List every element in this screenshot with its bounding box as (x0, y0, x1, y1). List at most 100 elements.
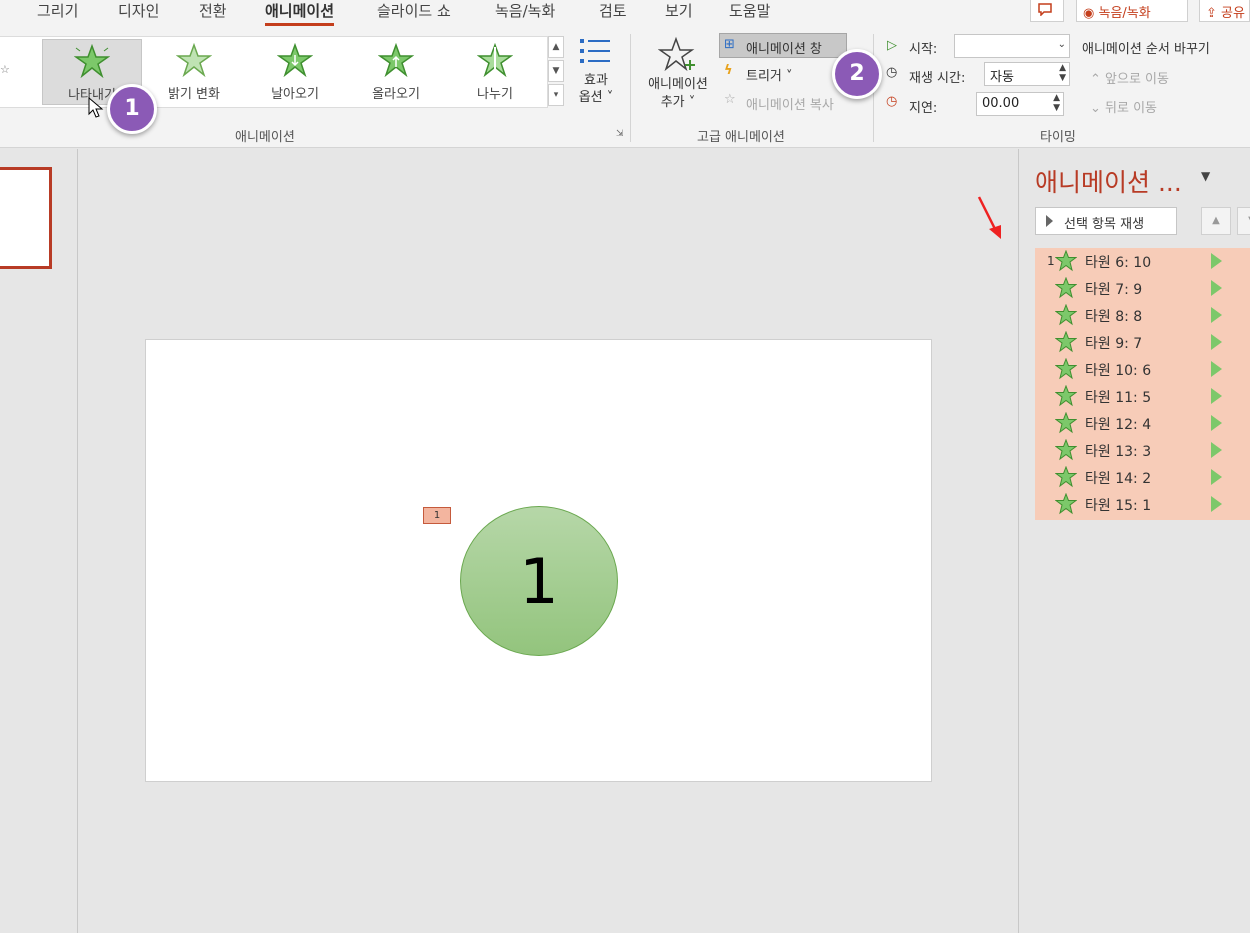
partial-gallery-item[interactable]: ☆ (0, 63, 10, 76)
gallery-item-fly-in[interactable]: 날아오기 (245, 39, 345, 105)
list-item-label: 타원 15: 1 (1085, 498, 1152, 514)
move-down-button[interactable]: ▼ (1237, 207, 1250, 235)
play-marker-icon (1211, 415, 1222, 431)
animation-painter-icon: ☆ (724, 92, 736, 107)
gallery-more[interactable]: ▾ (548, 84, 564, 106)
gallery-scroll-up[interactable]: ▲ (548, 36, 564, 58)
group-label-animation: 애니메이션 (235, 130, 295, 145)
tab-help[interactable]: 도움말 (729, 0, 770, 21)
tab-record[interactable]: 녹음/녹화 (495, 0, 555, 21)
animation-list-item[interactable]: 타원 10: 6 (1035, 356, 1250, 383)
animation-list-item[interactable]: 타원 9: 7 (1035, 329, 1250, 356)
start-play-icon: ▷ (887, 38, 897, 53)
play-icon (1046, 215, 1053, 227)
tab-view[interactable]: 보기 (665, 0, 693, 21)
animation-order-tag[interactable]: 1 (423, 507, 451, 524)
spinner-icon[interactable]: ▲ ▼ (1053, 93, 1060, 113)
list-item-label: 타원 11: 5 (1085, 390, 1152, 406)
move-up-button[interactable]: ▲ (1201, 207, 1231, 235)
animation-painter-label: 애니메이션 복사 (746, 98, 834, 113)
ellipse-shape[interactable]: 1 (460, 506, 618, 656)
animation-list-item[interactable]: 타원 8: 8 (1035, 302, 1250, 329)
appear-effect-icon (1055, 412, 1077, 434)
animation-pane-title: 애니메이션 ... (1035, 168, 1182, 197)
gallery-item-float-in[interactable]: 올라오기 (346, 39, 446, 105)
appear-star-icon (73, 42, 111, 79)
comments-button[interactable] (1030, 0, 1064, 22)
red-arrow-icon (977, 196, 1001, 239)
dialog-launcher-icon[interactable]: ⇲ (616, 129, 624, 139)
gallery-scroll-down[interactable]: ▼ (548, 60, 564, 82)
move-earlier-button[interactable]: ⌃ 앞으로 이동 (1090, 68, 1169, 87)
slide-canvas[interactable]: 1 1 (145, 339, 932, 782)
animation-list-item[interactable]: 타원 13: 3 (1035, 437, 1250, 464)
tab-transitions[interactable]: 전환 (199, 0, 227, 21)
animation-pane-button[interactable]: ⊞ 애니메이션 창 (719, 33, 847, 58)
pane-options-icon[interactable]: ▼ (1201, 169, 1210, 183)
trigger-lightning-icon: ϟ (724, 63, 733, 78)
appear-effect-icon (1055, 250, 1077, 272)
effect-options-label-2: 옵션 ˅ (578, 90, 614, 105)
delay-clock-icon: ◷ (886, 94, 898, 109)
step-badge-1: 1 (107, 84, 157, 134)
move-later-button[interactable]: ⌄ 뒤로 이동 (1090, 97, 1157, 116)
share-button[interactable]: ⇪ 공유 (1199, 0, 1250, 22)
mouse-cursor-icon (88, 97, 104, 118)
appear-effect-icon (1055, 466, 1077, 488)
gallery-item-label: 나누기 (477, 87, 513, 102)
tab-review[interactable]: 검토 (599, 0, 627, 21)
split-star-icon (476, 42, 514, 78)
add-animation-label-1: 애니메이션 (648, 77, 708, 92)
share-label: 공유 (1221, 6, 1245, 21)
ribbon-tab-bar: 그리기 디자인 전환 애니메이션 슬라이드 쇼 녹음/녹화 검토 보기 도움말 … (0, 0, 1250, 28)
animation-pane-label: 애니메이션 창 (746, 42, 822, 57)
reorder-label: 애니메이션 순서 바꾸기 (1082, 42, 1210, 57)
share-icon: ⇪ (1206, 6, 1217, 21)
effect-options-button[interactable]: 효과 옵션 ˅ (572, 36, 620, 116)
animation-pane: 애니메이션 ... ▼ 선택 항목 재생 ▲ ▼ 1 타원 6: 10 타원 7… (977, 149, 1250, 933)
list-item-label: 타원 9: 7 (1085, 336, 1143, 352)
ribbon: ☆ 나타내기 밝기 변화 날아오기 올라오기 나누기 ▲ ▼ ▾ 효과 옵션 ˅… (0, 28, 1250, 148)
gallery-item-fade[interactable]: 밝기 변화 (144, 39, 244, 105)
animation-list-item[interactable]: 타원 14: 2 (1035, 464, 1250, 491)
duration-label: 재생 시간: (909, 71, 966, 86)
start-label: 시작: (909, 42, 938, 57)
tab-animations[interactable]: 애니메이션 (265, 0, 335, 26)
animation-list-item[interactable]: 타원 12: 4 (1035, 410, 1250, 437)
record-button[interactable]: ◉ 녹음/녹화 (1076, 0, 1188, 22)
tab-draw[interactable]: 그리기 (37, 0, 78, 21)
play-selected-button[interactable]: 선택 항목 재생 (1035, 207, 1177, 235)
start-dropdown[interactable]: ⌄ (954, 34, 1070, 58)
spinner-icon[interactable]: ▲ ▼ (1059, 63, 1066, 83)
appear-effect-icon (1055, 439, 1077, 461)
comment-icon (1038, 3, 1052, 17)
animation-list-item[interactable]: 타원 7: 9 (1035, 275, 1250, 302)
delay-input[interactable]: 00.00 ▲ ▼ (976, 92, 1064, 116)
list-item-label: 타원 13: 3 (1085, 444, 1152, 460)
record-label: 녹음/녹화 (1098, 6, 1151, 21)
gallery-item-split[interactable]: 나누기 (445, 39, 545, 105)
play-marker-icon (1211, 253, 1222, 269)
add-animation-button[interactable]: 애니메이션 추가 ˅ (640, 36, 716, 116)
fade-star-icon (175, 42, 213, 78)
gallery-item-label: 날아오기 (271, 87, 319, 102)
animation-gallery: ☆ 나타내기 밝기 변화 날아오기 올라오기 나누기 (0, 36, 548, 108)
appear-effect-icon (1055, 331, 1077, 353)
tab-design[interactable]: 디자인 (118, 0, 159, 21)
trigger-button[interactable]: ϟ 트리거 ˅ (722, 62, 832, 84)
tab-slide-show[interactable]: 슬라이드 쇼 (377, 0, 451, 21)
list-item-label: 타원 14: 2 (1085, 471, 1152, 487)
duration-value: 자동 (990, 70, 1014, 85)
animation-list-item[interactable]: 타원 11: 5 (1035, 383, 1250, 410)
list-item-label: 타원 10: 6 (1085, 363, 1152, 379)
slide-thumbnail[interactable] (0, 167, 52, 269)
add-animation-star-icon (657, 36, 695, 72)
step-badge-2: 2 (832, 49, 882, 99)
animation-painter-button[interactable]: ☆ 애니메이션 복사 (722, 91, 852, 113)
animation-list-item[interactable]: 타원 15: 1 (1035, 491, 1250, 518)
play-selected-label: 선택 항목 재생 (1064, 217, 1145, 232)
fly-in-star-icon (276, 42, 314, 78)
duration-input[interactable]: 자동 ▲ ▼ (984, 62, 1070, 86)
animation-list-item[interactable]: 1 타원 6: 10 (1035, 248, 1250, 275)
delay-label: 지연: (909, 101, 938, 116)
